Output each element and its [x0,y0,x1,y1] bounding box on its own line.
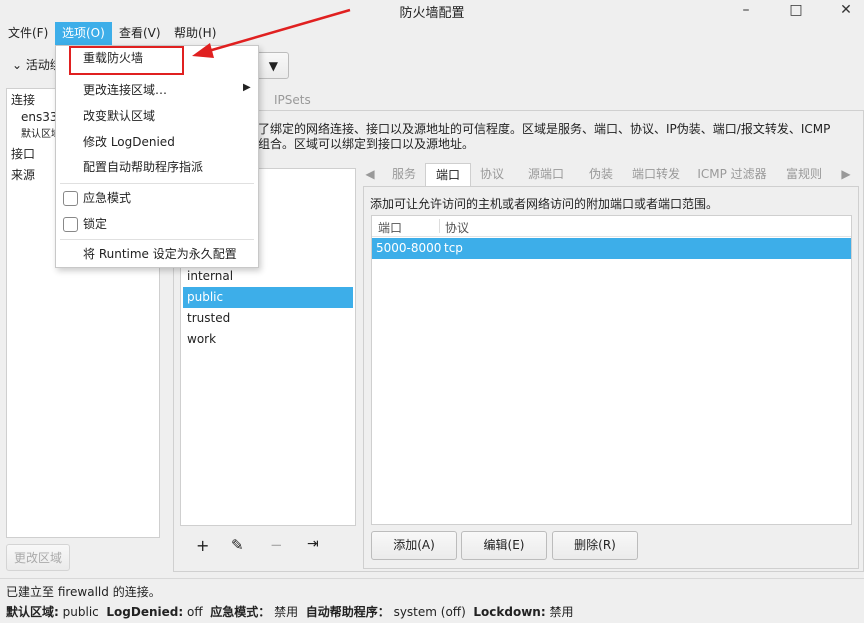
status-helpers-label: 自动帮助程序： [305,605,390,619]
lockdown-checkbox[interactable] [63,217,78,232]
status-summary: 默认区域: public LogDenied: off 应急模式： 禁用 自动帮… [6,603,573,620]
edit-zone-icon[interactable]: ✎ [231,536,244,554]
tab-ports[interactable]: 端口 [425,163,471,186]
connection-status: 已建立至 firewalld 的连接。 [6,585,161,599]
remove-port-button[interactable]: 删除(R) [552,531,638,560]
edit-port-button[interactable]: 编辑(E) [461,531,547,560]
status-panic-label: 应急模式： [210,605,271,619]
status-logdenied-value: off [186,605,203,619]
tab-source-ports[interactable]: 源端口 [513,163,579,185]
sources-header: 来源 [11,168,36,182]
cell-protocol: tcp [444,241,463,255]
connection-ens33[interactable]: ens33 [21,110,58,124]
column-protocol[interactable]: 协议 [439,219,469,235]
status-lockdown-value: 禁用 [549,605,574,619]
change-zone-button[interactable]: 更改区域 [6,544,70,571]
status-lockdown-label: Lockdown: [473,605,546,619]
panic-mode-checkbox[interactable] [63,191,78,206]
status-helpers-value: system (off) [393,605,466,619]
cell-port: 5000-8000 [376,241,442,255]
zone-item-selected[interactable]: public [183,287,353,308]
menu-item-change-connection-zone[interactable]: 更改连接区域… [83,79,167,101]
menu-item-panic-mode[interactable]: 应急模式 [83,187,131,209]
zones-page: 定义了绑定的网络连接、接口以及源地址的可信程度。区域是服务、端口、协议、IP伪装… [173,110,864,572]
tab-port-forwarding[interactable]: 端口转发 [623,163,689,185]
ports-table: 端口 协议 5000-8000 tcp [371,215,852,525]
interfaces-header: 接口 [11,147,36,161]
zone-item[interactable]: internal [183,266,353,287]
menu-item-logdenied[interactable]: 修改 LogDenied [83,131,175,153]
zone-item[interactable]: trusted [183,308,353,329]
zone-settings-tabs: ◀ 服务 端口 协议 源端口 伪装 端口转发 ICMP 过滤器 富规则 ▶ [363,163,859,187]
zone-item[interactable]: work [183,329,353,350]
ports-hint: 添加可让允许访问的主机或者网络访问的附加端口或者端口范围。 [370,197,719,211]
remove-zone-icon[interactable]: − [270,536,283,554]
status-default-zone-label: 默认区域: [6,605,59,619]
tab-scroll-right-icon[interactable]: ▶ [839,163,853,185]
menu-item-helper-assignment[interactable]: 配置自动帮助程序指派 [83,156,203,178]
table-header: 端口 协议 [372,216,851,237]
tab-ipsets[interactable]: IPSets [274,93,311,107]
table-row[interactable]: 5000-8000 tcp [372,238,851,259]
menu-item-lockdown[interactable]: 锁定 [83,213,107,235]
status-logdenied-label: LogDenied: [106,605,184,619]
menu-item-change-default-zone[interactable]: 改变默认区域 [83,105,155,127]
annotation-arrow-icon [192,8,351,58]
menu-item-runtime-to-permanent[interactable]: 将 Runtime 设定为永久配置 [83,243,237,265]
status-default-zone-value: public [62,605,99,619]
tab-rich-rules[interactable]: 富规则 [775,163,833,185]
add-zone-icon[interactable]: + [196,536,209,555]
load-defaults-icon[interactable]: ⇥ [307,536,319,552]
tab-scroll-left-icon[interactable]: ◀ [363,163,377,185]
connections-header: 连接 [11,93,36,107]
status-panic-value: 禁用 [274,605,299,619]
tab-masquerade[interactable]: 伪装 [579,163,623,185]
menu-separator [60,183,254,184]
tab-services[interactable]: 服务 [383,163,425,185]
column-port[interactable]: 端口 [378,219,402,236]
add-port-button[interactable]: 添加(A) [371,531,457,560]
tab-protocols[interactable]: 协议 [471,163,513,185]
menu-separator [60,239,254,240]
submenu-arrow-icon: ▶ [243,82,251,93]
tab-icmp-filter[interactable]: ICMP 过滤器 [689,163,775,185]
status-divider [0,578,864,579]
ports-panel: 添加可让允许访问的主机或者网络访问的附加端口或者端口范围。 端口 协议 5000… [363,186,859,569]
zone-description-2: 则的组合。区域可以绑定到接口以及源地址。 [234,137,475,151]
